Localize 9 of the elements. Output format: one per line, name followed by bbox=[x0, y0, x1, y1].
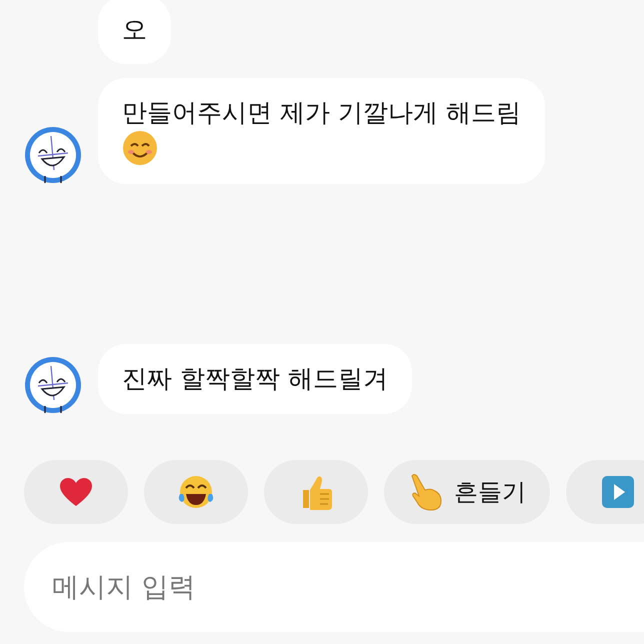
laughing-face-icon bbox=[177, 474, 215, 510]
quick-reply-chip[interactable]: 흔들기 bbox=[384, 460, 550, 524]
smiling-face-icon bbox=[122, 130, 158, 166]
heart-icon bbox=[59, 477, 93, 507]
play-icon bbox=[601, 475, 635, 509]
message-bubble: 오 bbox=[98, 0, 171, 64]
message-bubble: 진짜 할짝할짝 해드릴겨 bbox=[98, 344, 412, 414]
message-bubble: 만들어주시면 제가 기깔나게 해드림 bbox=[98, 78, 545, 184]
message-input-field[interactable]: 메시지 입력 bbox=[24, 542, 644, 632]
